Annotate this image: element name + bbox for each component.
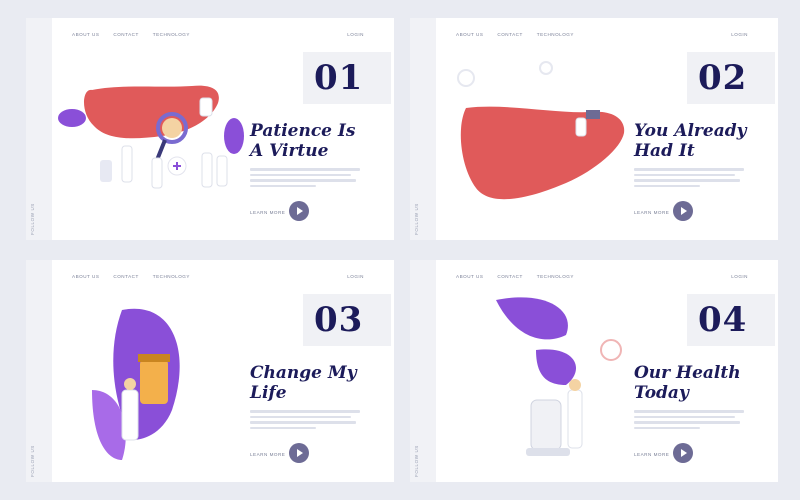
nav-technology-link[interactable]: TECHNOLOGY bbox=[537, 32, 574, 37]
landing-card-2: FOLLOW US ABOUT US CONTACT TECHNOLOGY LO… bbox=[410, 18, 778, 240]
play-button[interactable] bbox=[673, 201, 693, 221]
microscope-doctor-illustration bbox=[496, 297, 622, 456]
login-link[interactable]: LOGIN bbox=[347, 274, 364, 279]
title-line-1: Patience Is bbox=[250, 121, 356, 141]
section-number: 02 bbox=[698, 58, 748, 98]
learn-more-link[interactable]: LEARN MORE bbox=[634, 452, 669, 457]
top-nav: ABOUT US CONTACT TECHNOLOGY bbox=[72, 274, 190, 279]
title-line-1: Change My bbox=[250, 363, 357, 383]
title-line-1: Our Health bbox=[634, 363, 741, 383]
top-nav: ABOUT US CONTACT TECHNOLOGY bbox=[456, 274, 574, 279]
title-line-2: Today bbox=[634, 383, 689, 403]
follow-us-label: FOLLOW US bbox=[414, 445, 419, 477]
nav-contact-link[interactable]: CONTACT bbox=[497, 32, 522, 37]
placeholder-paragraph bbox=[250, 410, 360, 432]
nav-about-link[interactable]: ABOUT US bbox=[72, 274, 99, 279]
learn-more-link[interactable]: LEARN MORE bbox=[250, 210, 285, 215]
login-link[interactable]: LOGIN bbox=[731, 274, 748, 279]
nav-contact-link[interactable]: CONTACT bbox=[113, 274, 138, 279]
nav-technology-link[interactable]: TECHNOLOGY bbox=[537, 274, 574, 279]
nav-contact-link[interactable]: CONTACT bbox=[113, 32, 138, 37]
section-title: Patience Is A Virtue bbox=[250, 121, 394, 161]
follow-us-label: FOLLOW US bbox=[414, 203, 419, 235]
nav-about-link[interactable]: ABOUT US bbox=[456, 274, 483, 279]
placeholder-paragraph bbox=[634, 410, 744, 432]
number-box: 01 bbox=[303, 52, 391, 104]
section-number: 01 bbox=[314, 58, 364, 98]
nav-about-link[interactable]: ABOUT US bbox=[72, 32, 99, 37]
section-title: Our Health Today bbox=[634, 363, 778, 403]
number-box: 03 bbox=[303, 294, 391, 346]
nav-contact-link[interactable]: CONTACT bbox=[497, 274, 522, 279]
landing-card-3: FOLLOW US ABOUT US CONTACT TECHNOLOGY LO… bbox=[26, 260, 394, 482]
landing-card-1: FOLLOW US ABOUT US CONTACT TECHNOLOGY LO… bbox=[26, 18, 394, 240]
nav-technology-link[interactable]: TECHNOLOGY bbox=[153, 32, 190, 37]
section-title: Change My Life bbox=[250, 363, 394, 403]
placeholder-paragraph bbox=[634, 168, 744, 190]
landing-card-4: FOLLOW US ABOUT US CONTACT TECHNOLOGY LO… bbox=[410, 260, 778, 482]
section-number: 03 bbox=[314, 300, 364, 340]
play-button[interactable] bbox=[673, 443, 693, 463]
nav-technology-link[interactable]: TECHNOLOGY bbox=[153, 274, 190, 279]
number-box: 02 bbox=[687, 52, 775, 104]
top-nav: ABOUT US CONTACT TECHNOLOGY bbox=[456, 32, 574, 37]
login-link[interactable]: LOGIN bbox=[731, 32, 748, 37]
placeholder-paragraph bbox=[250, 168, 360, 190]
login-link[interactable]: LOGIN bbox=[347, 32, 364, 37]
section-title: You Already Had It bbox=[634, 121, 778, 161]
play-button[interactable] bbox=[289, 443, 309, 463]
pill-bottle-doctor-illustration bbox=[92, 308, 180, 460]
learn-more-link[interactable]: LEARN MORE bbox=[634, 210, 669, 215]
follow-us-label: FOLLOW US bbox=[30, 203, 35, 235]
title-line-1: You Already bbox=[634, 121, 747, 141]
big-liver-illustration bbox=[457, 61, 625, 200]
top-nav: ABOUT US CONTACT TECHNOLOGY bbox=[72, 32, 190, 37]
nav-about-link[interactable]: ABOUT US bbox=[456, 32, 483, 37]
play-button[interactable] bbox=[289, 201, 309, 221]
title-line-2: Life bbox=[250, 383, 287, 403]
title-line-2: Had It bbox=[634, 141, 695, 161]
liver-doctors-illustration bbox=[58, 85, 244, 189]
number-box: 04 bbox=[687, 294, 775, 346]
learn-more-link[interactable]: LEARN MORE bbox=[250, 452, 285, 457]
title-line-2: A Virtue bbox=[250, 141, 329, 161]
section-number: 04 bbox=[698, 300, 748, 340]
follow-us-label: FOLLOW US bbox=[30, 445, 35, 477]
